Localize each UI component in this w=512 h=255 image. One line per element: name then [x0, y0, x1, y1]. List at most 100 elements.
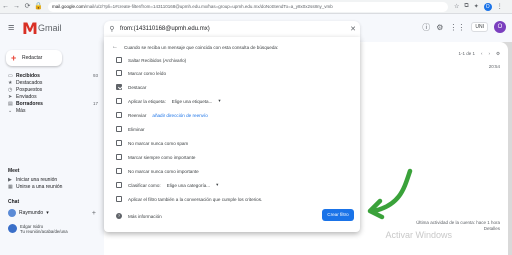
sidebar-item-count: 93 — [92, 73, 98, 78]
search-input[interactable]: from:(143110168@upmh.edu.mx) — [120, 26, 346, 32]
option-label: Reenviar — [128, 112, 147, 118]
reload-icon[interactable]: ⟳ — [22, 0, 33, 14]
sidebar: + Redactar ▭ Recibidos 93 ★ Destacados ◷… — [0, 42, 104, 255]
add-forwarding-link[interactable]: añadir dirección de reenvío — [152, 113, 207, 118]
sidebar-item-enviados[interactable]: ➤ Enviados — [8, 93, 98, 100]
send-icon: ➤ — [8, 93, 13, 100]
filter-header-text: Cuando se reciba un mensaje que coincida… — [124, 44, 279, 50]
help-icon[interactable]: ⓘ — [422, 22, 430, 33]
add-chat-icon[interactable]: + — [92, 210, 96, 217]
meet-start-item[interactable]: ▶ Iniciar una reunión — [8, 176, 98, 183]
search-icon[interactable]: ⚲ — [104, 25, 120, 33]
label-dropdown[interactable]: Elige una etiqueta... — [172, 99, 213, 104]
option-apply-existing[interactable]: Aplicar el filtro también a la conversac… — [116, 196, 262, 202]
profile-icon[interactable]: O — [483, 2, 492, 11]
checkbox[interactable] — [116, 168, 122, 174]
keyboard-icon: ▦ — [8, 183, 13, 190]
chevron-left-icon[interactable]: ‹ — [481, 51, 483, 57]
sidebar-item-mas[interactable]: ⌄ Más — [8, 107, 98, 114]
option-forward[interactable]: Reenviar añadir dirección de reenvío — [116, 112, 208, 118]
checkbox[interactable] — [116, 196, 122, 202]
checkbox[interactable] — [116, 140, 122, 146]
chevron-down-icon[interactable]: ▾ — [46, 210, 49, 216]
checkbox[interactable] — [116, 70, 122, 76]
option-label: Destacar — [128, 84, 147, 90]
bookmark-star-icon[interactable]: ☆ — [454, 3, 459, 10]
create-filter-button[interactable]: Crear filtro — [322, 209, 354, 221]
back-arrow-icon[interactable]: ← — [0, 0, 11, 14]
lock-icon[interactable]: 🔒 — [33, 0, 44, 14]
option-label: Eliminar — [128, 126, 145, 132]
clock-icon: ◷ — [8, 86, 13, 93]
checkbox[interactable] — [116, 98, 122, 104]
contact-status: Tu reunión/acaba/de/una — [20, 229, 68, 234]
video-icon: ▶ — [8, 176, 12, 183]
compose-button[interactable]: + Redactar — [6, 50, 62, 66]
option-skip-inbox[interactable]: Saltar Recibidos (Archivarlo) — [116, 57, 186, 63]
checkbox[interactable] — [116, 126, 122, 132]
option-never-important[interactable]: No marcar nunca como importante — [116, 168, 199, 174]
browser-extensions: ☆ ⧉ ✦ O ⋮ — [454, 2, 503, 11]
checkbox[interactable] — [116, 112, 122, 118]
puzzle-icon[interactable]: ✦ — [474, 3, 479, 10]
checkbox[interactable] — [116, 154, 122, 160]
main-menu-icon[interactable]: ≡ — [8, 22, 14, 34]
option-label: No marcar nunca como importante — [128, 168, 199, 174]
option-label: Clasificar como: — [128, 182, 161, 188]
star-icon: ★ — [8, 79, 13, 86]
option-label: No marcar nunca como spam — [128, 140, 189, 146]
chat-contact[interactable]: Edgar Isidro Tu reunión/acaba/de/una — [8, 224, 68, 234]
org-badge[interactable]: UNI — [471, 22, 488, 32]
account-avatar[interactable]: O — [494, 21, 506, 33]
sidebar-item-count: 17 — [92, 101, 98, 106]
option-label: Aplicar la etiqueta: — [128, 98, 166, 104]
settings-gear-icon[interactable]: ⚙ — [496, 51, 500, 57]
close-icon[interactable]: ✕ — [346, 25, 360, 33]
option-categorize[interactable]: Clasificar como: Elige una categoría... … — [116, 182, 218, 188]
apps-grid-icon[interactable]: ⋮⋮ — [449, 23, 465, 32]
option-label: Marcar siempre como importante — [128, 154, 196, 160]
option-always-important[interactable]: Marcar siempre como importante — [116, 154, 195, 160]
sidebar-item-pospuestos[interactable]: ◷ Pospuestos — [8, 86, 98, 93]
address-bar[interactable]: mail.google.com/mail/u/2/?pli=1#create-f… — [48, 1, 448, 12]
sidebar-item-label: Destacados — [16, 79, 43, 86]
category-dropdown[interactable]: Elige una categoría... — [167, 183, 210, 188]
windows-watermark: Activar Windows — [385, 230, 452, 240]
create-filter-panel: ← Cuando se reciba un mensaje que coinci… — [104, 37, 360, 232]
checkbox[interactable] — [116, 182, 122, 188]
sidebar-item-label: Más — [16, 107, 26, 114]
option-mark-read[interactable]: Marcar como leído — [116, 70, 166, 76]
contact-avatar — [8, 224, 17, 233]
option-apply-label[interactable]: Aplicar la etiqueta: Elige una etiqueta.… — [116, 98, 221, 104]
compose-label: Redactar — [22, 55, 43, 61]
sidebar-item-label: Pospuestos — [16, 86, 43, 93]
annotation-arrow-icon — [367, 168, 413, 220]
option-delete[interactable]: Eliminar — [116, 126, 145, 132]
meet-join-item[interactable]: ▦ Unirse a una reunión — [8, 183, 98, 190]
chevron-right-icon[interactable]: › — [488, 51, 490, 57]
option-star[interactable]: Destacar — [116, 84, 146, 90]
sidebar-item-label: Recibidos — [16, 72, 40, 79]
forward-arrow-icon[interactable]: → — [11, 0, 22, 14]
browser-menu-icon[interactable]: ⋮ — [497, 3, 503, 10]
more-info-link[interactable]: Más información — [128, 214, 162, 219]
settings-icon[interactable]: ⚙ — [436, 23, 443, 32]
back-arrow-icon[interactable]: ← — [112, 44, 118, 50]
option-label: Aplicar el filtro también a la conversac… — [128, 196, 263, 202]
pagination-toolbar: 1-1 de 1 ‹ › ⚙ — [458, 51, 500, 57]
chat-user-row[interactable]: Raymundo ▾ + — [8, 209, 96, 217]
sidebar-item-recibidos[interactable]: ▭ Recibidos 93 — [8, 72, 98, 79]
url-domain: mail.google.com — [52, 3, 85, 9]
help-icon[interactable]: ? — [116, 213, 122, 219]
browser-toolbar: ← → ⟳ 🔒 mail.google.com/mail/u/2/?pli=1#… — [0, 0, 512, 14]
app-name: Gmail — [38, 23, 62, 33]
search-bar[interactable]: ⚲ from:(143110168@upmh.edu.mx) ✕ — [104, 21, 360, 37]
checkbox[interactable] — [116, 57, 122, 63]
sidebar-item-destacados[interactable]: ★ Destacados — [8, 79, 98, 86]
option-label: Saltar Recibidos (Archivarlo) — [128, 57, 187, 63]
extension-icon[interactable]: ⧉ — [464, 3, 468, 10]
gmail-logo-icon[interactable]: M — [22, 19, 38, 38]
checkbox-checked[interactable] — [116, 84, 122, 90]
sidebar-item-borradores[interactable]: ▤ Borradores 17 — [8, 100, 98, 107]
option-never-spam[interactable]: No marcar nunca como spam — [116, 140, 188, 146]
